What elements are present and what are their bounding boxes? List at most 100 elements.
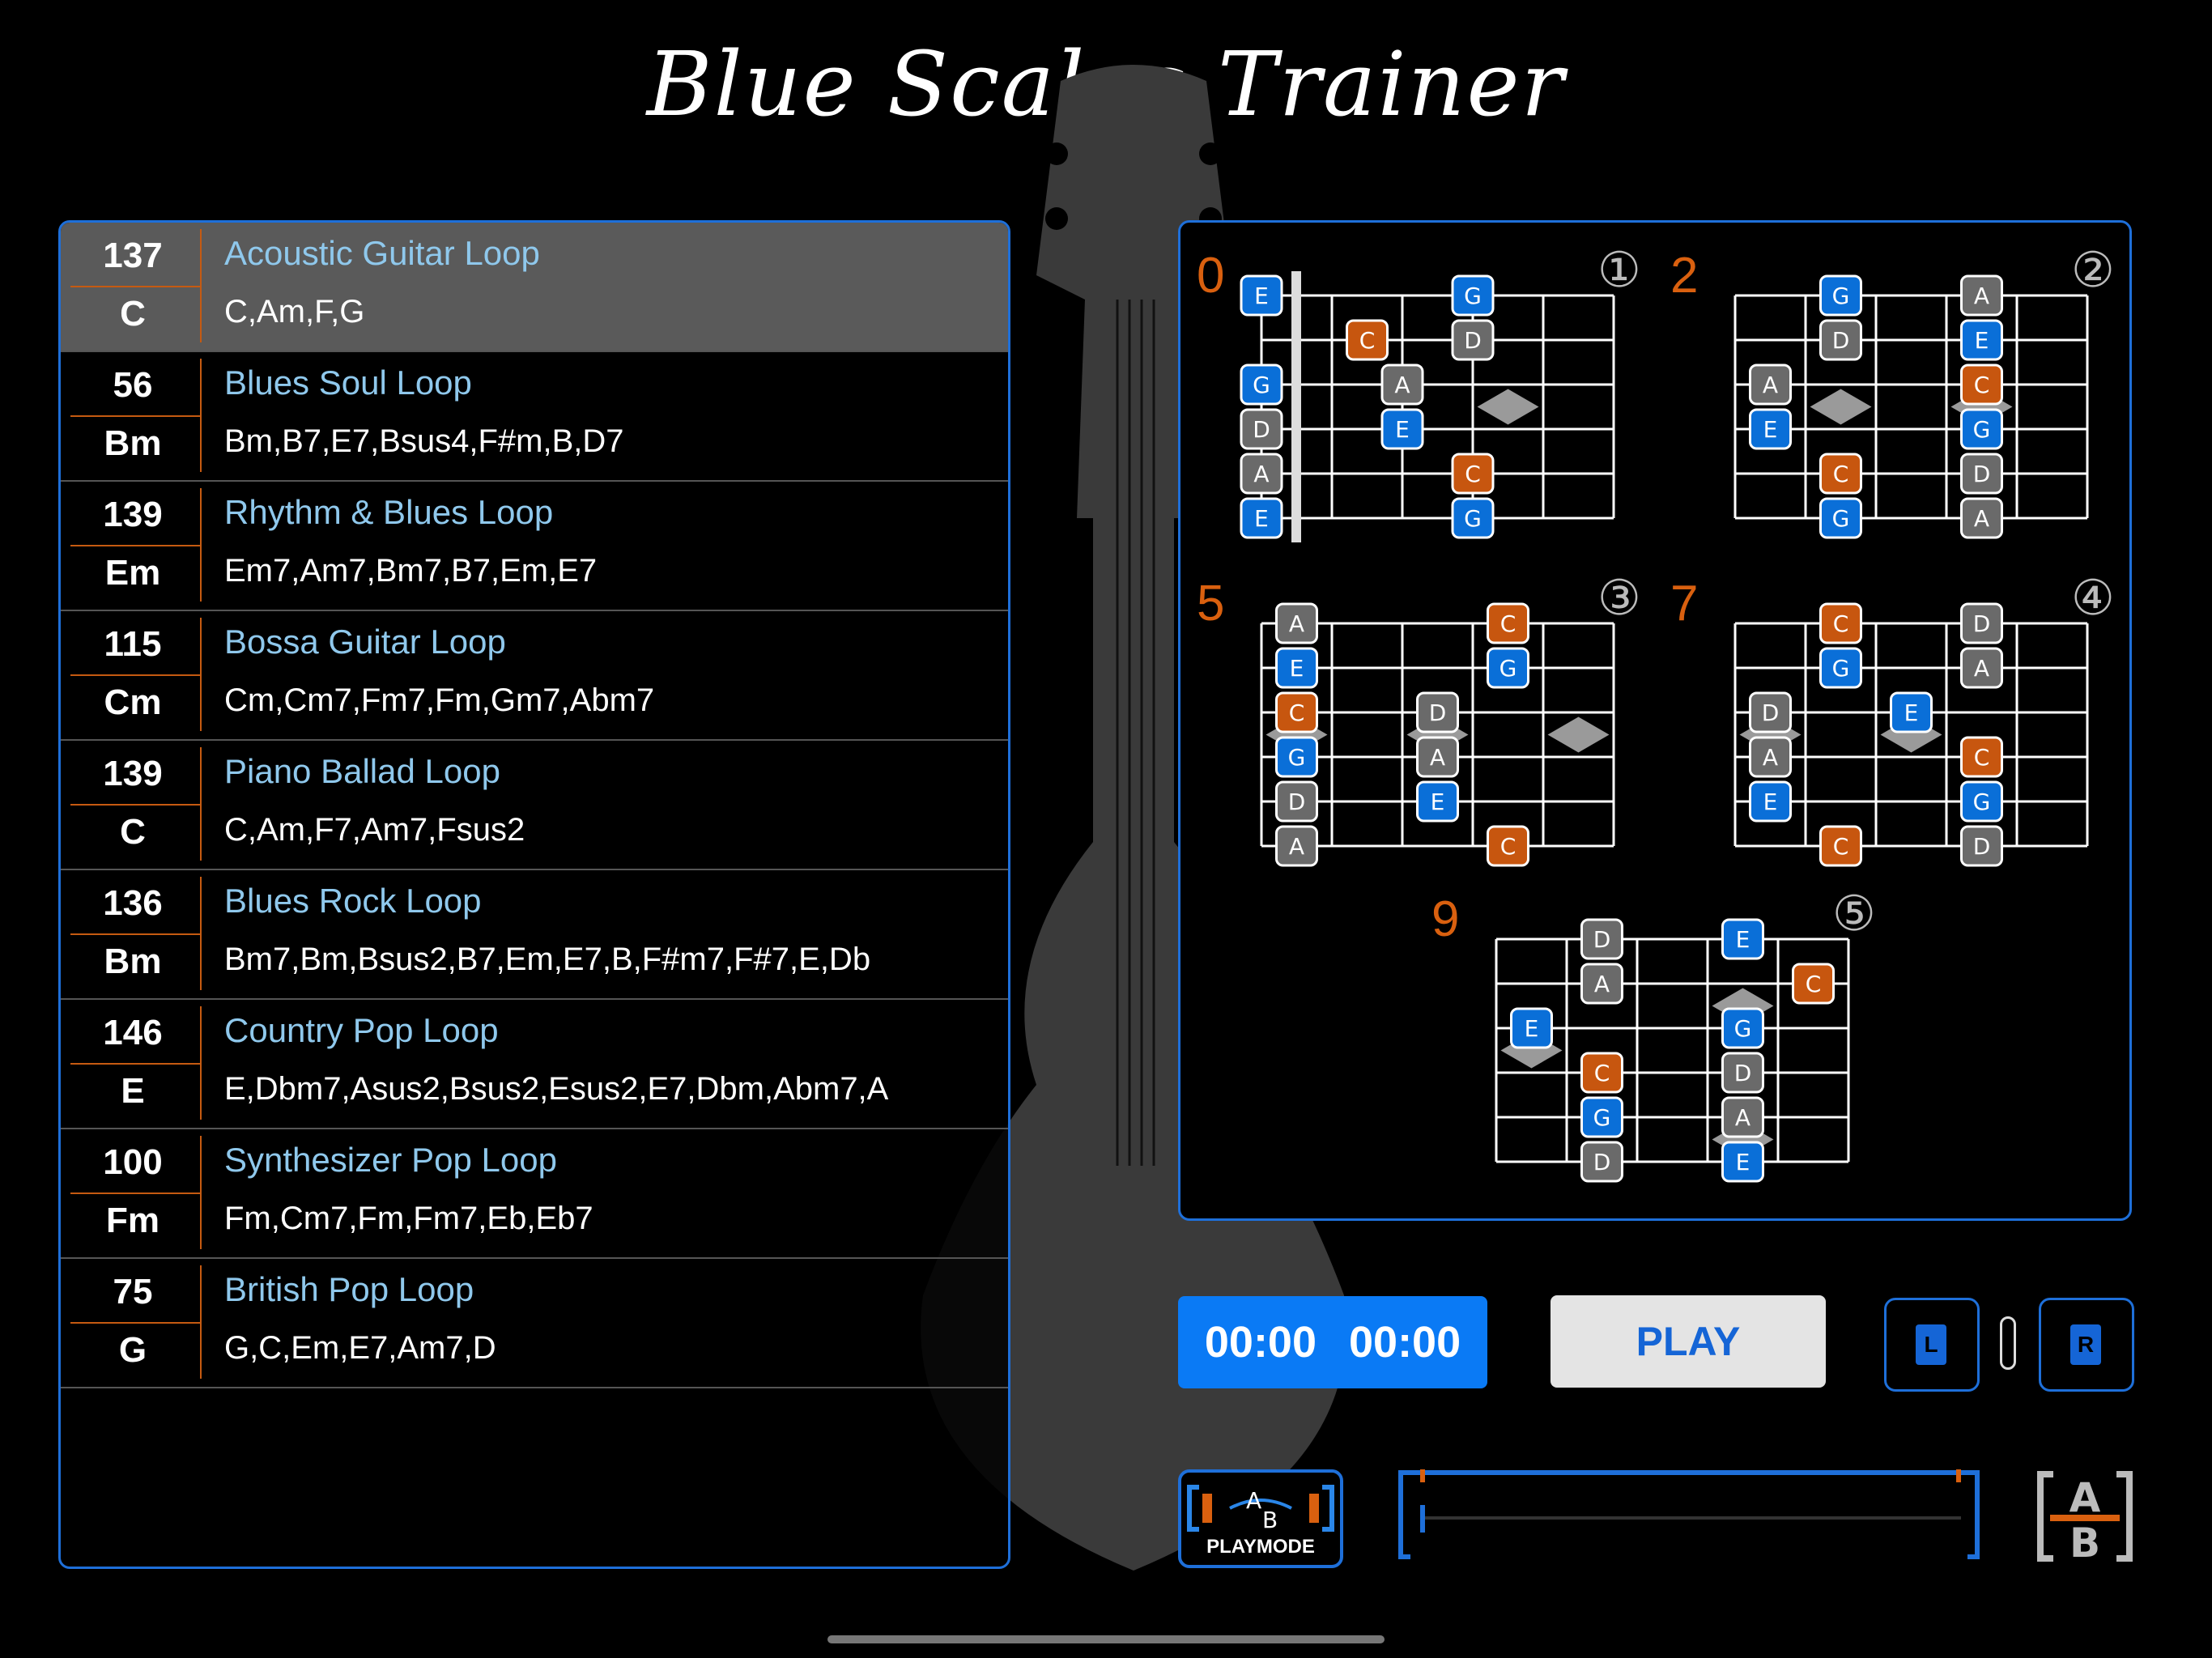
left-channel-button[interactable]: L [1884,1298,1980,1392]
note-label: A [1394,372,1410,398]
loop-bpm: 139 [103,495,163,534]
scale-note: C [1487,825,1529,867]
play-button[interactable]: PLAY [1551,1295,1826,1388]
note-label: E [1431,789,1445,815]
note-label: E [1290,655,1304,682]
scale-note: D [1240,408,1283,450]
note-label: A [1974,283,1989,309]
loop-row[interactable]: 136 Bm Blues Rock Loop Bm7,Bm,Bsus2,B7,Em,E… [61,870,1008,1000]
playmode-button[interactable]: A B PLAYMODE [1178,1469,1343,1568]
fretboard: D EA CE GC DG AD E [1495,918,1850,1183]
scale-note: D [1721,1052,1764,1094]
loop-name: Rhythm & Blues Loop [224,493,554,531]
row-divider [70,1063,200,1065]
scale-note: D [1580,1141,1623,1183]
note-label: E [1254,505,1269,532]
row-divider [70,286,200,287]
note-label: G [1253,372,1270,398]
loop-row[interactable]: 146 E Country Pop Loop E,Dbm7,Asus2,Bsus2,E… [61,1000,1008,1129]
column-divider [200,488,202,602]
note-label: D [1762,699,1780,726]
column-divider [200,747,202,861]
loop-name: Synthesizer Pop Loop [224,1141,557,1179]
note-label: D [1973,461,1991,487]
loop-chords: G,C,Em,E7,Am7,D [224,1330,496,1366]
loop-row[interactable]: 137 C Acoustic Guitar Loop C,Am,F,G [61,223,1008,352]
scale-note: D [1960,453,2003,495]
scale-note: G [1240,363,1283,406]
loop-row[interactable]: 100 Fm Synthesizer Pop Loop Fm,Cm7,Fm,Fm7,E… [61,1129,1008,1259]
scale-position-diagram: 0①EGCDGADEACEG [1197,231,1666,571]
scale-note: C [1960,363,2003,406]
note-label: D [1464,327,1482,354]
note-label: C [1833,610,1849,637]
loop-key: Bm [104,942,162,981]
row-divider [70,1322,200,1324]
loop-key: G [118,1330,147,1370]
loop-row[interactable]: 75 G British Pop Loop G,C,Em,E7,Am7,D [61,1259,1008,1388]
note-label: D [1288,789,1306,815]
scale-note: E [1721,1141,1764,1183]
scale-note: D [1416,691,1459,733]
ab-end-marker [1956,1469,1961,1482]
loop-row[interactable]: 139 C Piano Ballad Loop C,Am,F7,Am7,Fsus2 [61,741,1008,870]
scale-note: E [1275,647,1318,689]
note-label: D [1593,1149,1611,1175]
ab-range-slider[interactable] [1397,1469,1980,1562]
loop-chords: C,Am,F7,Am7,Fsus2 [224,812,525,848]
note-label: C [1833,833,1849,860]
note-label: G [1499,655,1517,682]
scale-position-diagram: 2②GADEACEGCDGA [1670,231,2140,571]
note-label: C [1594,1060,1610,1086]
scale-position-diagram: 9⑤DEACEGCDGADE [1431,874,1901,1214]
note-label: D [1593,926,1611,953]
loop-bpm: 136 [103,883,163,923]
column-divider [200,229,202,342]
scale-note: A [1749,736,1792,778]
scale-note: C [1819,825,1862,867]
scale-note: D [1580,918,1623,960]
fretboard: A CE GC DG AD EA C [1260,602,1615,867]
ab-toggle-icon[interactable]: A B [2035,1469,2134,1563]
note-label: C [1500,833,1516,860]
scale-note: D [1749,691,1792,733]
loop-bpm: 100 [103,1142,163,1182]
note-label: A [1763,372,1778,398]
note-label: E [1904,699,1919,726]
loop-row[interactable]: 139 Em Rhythm & Blues Loop Em7,Am7,Bm7,B7,E… [61,482,1008,611]
scale-note: G [1721,1007,1764,1049]
row-divider [70,545,200,546]
column-divider [200,618,202,731]
loop-row[interactable]: 115 Cm Bossa Guitar Loop Cm,Cm7,Fm7,Fm,Gm7,… [61,611,1008,741]
fret-marker [1547,716,1610,753]
note-label: E [1254,283,1269,309]
scale-note: E [1416,780,1459,823]
scale-note: C [1346,319,1389,361]
scale-note: G [1819,497,1862,539]
loop-row[interactable]: 56 Bm Blues Soul Loop Bm,B7,E7,Bsus4,F#m,B,… [61,352,1008,482]
note-label: D [1429,699,1447,726]
note-label: E [1763,789,1778,815]
scale-note: A [1275,825,1318,867]
scale-position-diagram: 7④CDGADEACEGCD [1670,559,2140,899]
note-label: A [1430,744,1445,771]
scale-note: C [1960,736,2003,778]
home-indicator [827,1635,1385,1643]
right-channel-label: R [2070,1324,2101,1365]
scale-note: E [1749,780,1792,823]
note-label: A [1289,610,1304,637]
playmode-a: A [1246,1487,1261,1514]
note-label: C [1974,372,1990,398]
right-channel-button[interactable]: R [2039,1298,2134,1392]
left-channel-label: L [1916,1324,1946,1365]
note-label: A [1763,744,1778,771]
loop-name: Blues Soul Loop [224,363,472,402]
loop-name: Bossa Guitar Loop [224,623,506,661]
fret-marker [1810,389,1872,425]
channel-balance-indicator [2000,1316,2016,1370]
scale-note: A [1960,274,2003,317]
loop-chords: E,Dbm7,Asus2,Bsus2,Esus2,E7,Dbm,Abm7,A [224,1071,889,1107]
note-label: E [1525,1015,1539,1042]
scale-note: C [1580,1052,1623,1094]
note-label: C [1974,744,1990,771]
